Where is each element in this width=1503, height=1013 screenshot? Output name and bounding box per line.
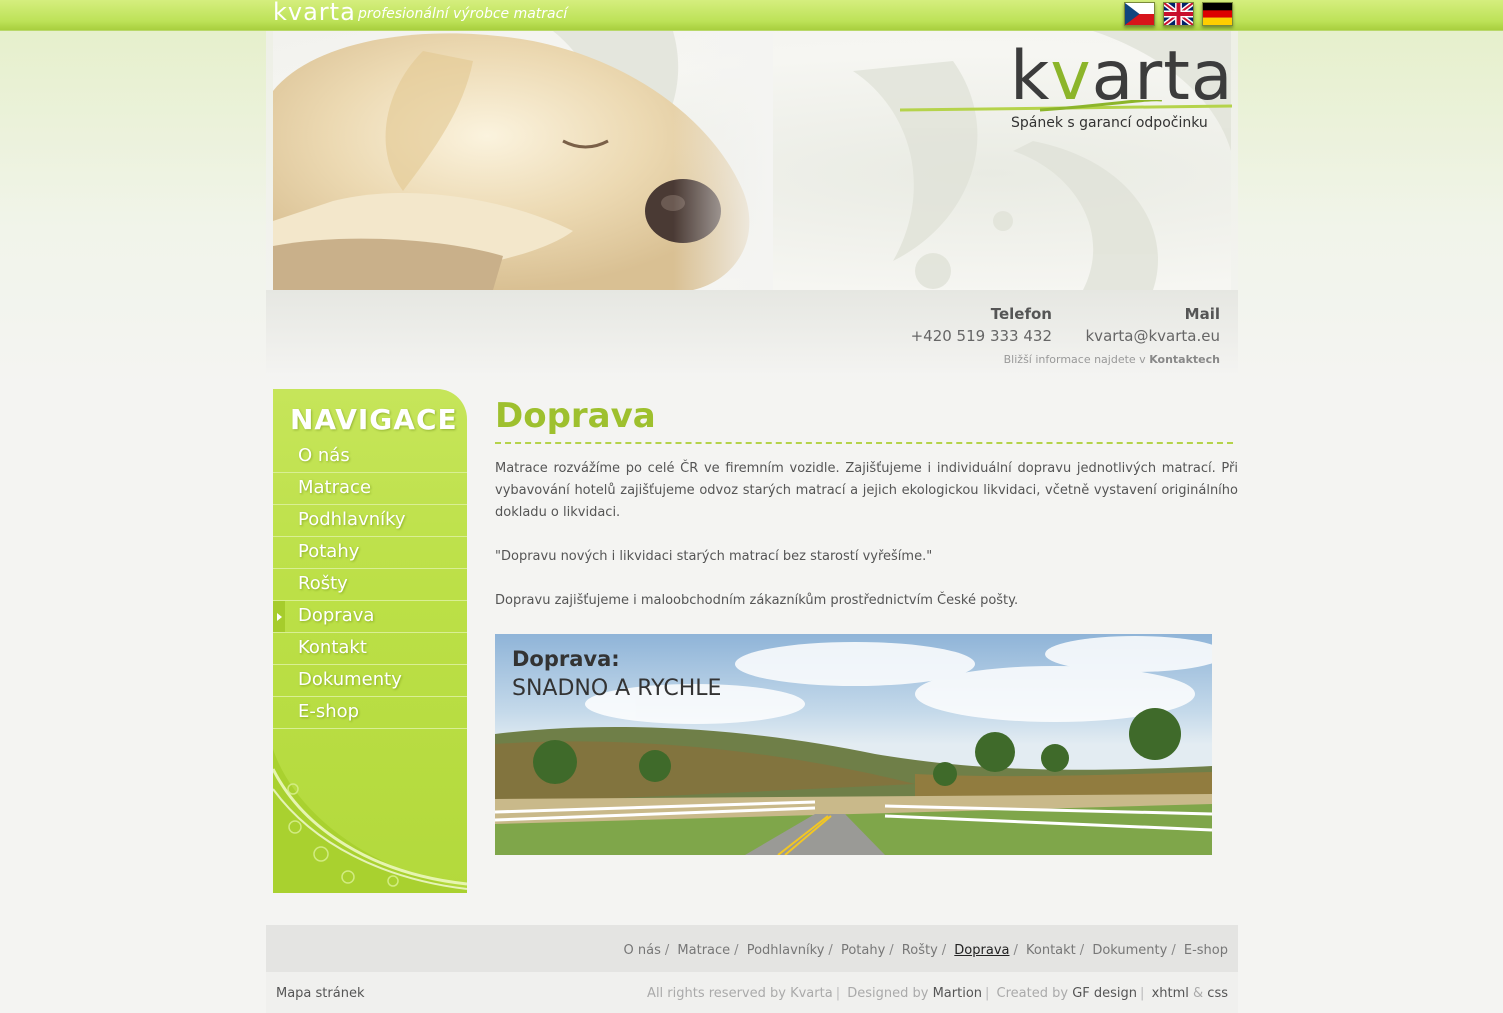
mail-label: Mail (1184, 305, 1220, 323)
photo-title: Doprava: (512, 647, 620, 671)
creator-link[interactable]: GF design (1072, 986, 1137, 1001)
uk-flag-icon[interactable] (1163, 2, 1194, 26)
sidebar-item-potahy[interactable]: Potahy (273, 537, 467, 569)
phone-number: +420 519 333 432 (910, 327, 1052, 345)
created-by-text: Created by (996, 986, 1069, 1001)
sidebar-item-dokumenty[interactable]: Dokumenty (273, 665, 467, 697)
sleeping-dog-image (273, 31, 773, 290)
sidebar-item-rosty[interactable]: Rošty (273, 569, 467, 601)
nav-list: O nás Matrace Podhlavníky Potahy Rošty D… (273, 441, 467, 729)
footer-link-doprava[interactable]: Doprava (954, 943, 1009, 958)
contact-info-text: Bližší informace najdete v (1003, 353, 1146, 366)
phone-label: Telefon (990, 305, 1052, 323)
sidebar-item-label: Potahy (298, 541, 360, 562)
separator: / (828, 943, 833, 958)
separator: / (1013, 943, 1018, 958)
sidebar-item-label: Dokumenty (298, 669, 402, 690)
sidebar-item-label: Doprava (298, 605, 375, 626)
top-logo[interactable]: kvarta (273, 0, 356, 26)
sidebar-item-doprava[interactable]: Doprava (273, 601, 467, 633)
mail-link[interactable]: kvarta@kvarta.eu (1086, 327, 1221, 345)
designed-by-text: Designed by (847, 986, 929, 1001)
xhtml-link[interactable]: xhtml (1152, 986, 1189, 1001)
sidebar-item-label: O nás (298, 445, 350, 466)
footer-link-o-nas[interactable]: O nás (624, 943, 661, 958)
top-slogan: profesionální výrobce matrací (358, 6, 568, 22)
footer-bottom: Mapa stránek All rights reserved by Kvar… (266, 972, 1238, 1013)
title-divider (495, 442, 1233, 444)
designer-link[interactable]: Martion (933, 986, 982, 1001)
content-paragraph-3: Dopravu zajišťujeme i maloobchodním záka… (495, 593, 1019, 608)
sidebar-item-label: E-shop (298, 701, 360, 722)
rights-name: Kvarta (790, 986, 833, 1001)
sidebar-item-matrace[interactable]: Matrace (273, 473, 467, 505)
content-paragraph-1: Matrace rozvážíme po celé ČR ve firemním… (495, 461, 1238, 520)
footer-credits: All rights reserved by Kvarta | Designed … (647, 986, 1228, 1001)
brand-tagline: Spánek s garancí odpočinku (1011, 115, 1208, 131)
top-bar: kvarta profesionální výrobce matrací (0, 0, 1503, 31)
page-title: Doprava (495, 396, 656, 436)
czech-flag-icon[interactable] (1124, 2, 1155, 26)
footer-link-podhlavniky[interactable]: Podhlavníky (747, 943, 825, 958)
footer-links: O nás / Matrace / Podhlavníky / Potahy / Roš… (624, 943, 1228, 958)
footer-link-kontakt[interactable]: Kontakt (1026, 943, 1076, 958)
sidebar-item-label: Podhlavníky (298, 509, 406, 530)
active-arrow-icon (273, 601, 285, 632)
contacts-link[interactable]: Kontaktech (1149, 353, 1220, 366)
footer-link-rosty[interactable]: Rošty (902, 943, 938, 958)
nav-title: NAVIGACE (290, 403, 458, 436)
footer-link-dokumenty[interactable]: Dokumenty (1092, 943, 1167, 958)
sidebar-item-e-shop[interactable]: E-shop (273, 697, 467, 729)
sidebar-item-label: Kontakt (298, 637, 367, 658)
ampersand: & (1193, 986, 1204, 1001)
footer-link-e-shop[interactable]: E-shop (1184, 943, 1228, 958)
sidebar-item-podhlavniky[interactable]: Podhlavníky (273, 505, 467, 537)
separator: / (1171, 943, 1176, 958)
sidebar-item-o-nas[interactable]: O nás (273, 441, 467, 473)
footer-navigation: O nás / Matrace / Podhlavníky / Potahy / Roš… (266, 925, 1238, 972)
footer-link-matrace[interactable]: Matrace (677, 943, 730, 958)
photo-subtitle: SNADNO A RYCHLE (512, 676, 722, 701)
sidebar-item-label: Matrace (298, 477, 372, 498)
sitemap-link[interactable]: Mapa stránek (276, 986, 364, 1001)
pipe-separator: | (835, 986, 841, 1001)
separator: / (1079, 943, 1085, 958)
separator: / (664, 943, 670, 958)
sidebar-navigation: NAVIGACE O nás Matrace Podhlavníky Potah… (273, 389, 467, 893)
separator: / (889, 943, 894, 958)
footer-link-potahy[interactable]: Potahy (841, 943, 885, 958)
transport-road-image: Doprava: SNADNO A RYCHLE (495, 634, 1212, 855)
contact-info-note: Bližší informace najdete v Kontaktech (1004, 353, 1220, 366)
sidebar-item-label: Rošty (298, 573, 348, 594)
logo-swoosh-icon (900, 100, 1232, 112)
german-flag-icon[interactable] (1202, 2, 1233, 26)
content-paragraph-2: "Dopravu nových i likvidaci starých matr… (495, 549, 933, 564)
nav-flower-ornament-icon (273, 749, 467, 893)
pipe-separator: | (1140, 986, 1145, 1001)
pipe-separator: | (985, 986, 990, 1001)
rights-text: All rights reserved by (647, 986, 786, 1001)
separator: / (941, 943, 947, 958)
separator: / (734, 943, 739, 958)
css-link[interactable]: css (1207, 986, 1228, 1001)
sidebar-item-kontakt[interactable]: Kontakt (273, 633, 467, 665)
